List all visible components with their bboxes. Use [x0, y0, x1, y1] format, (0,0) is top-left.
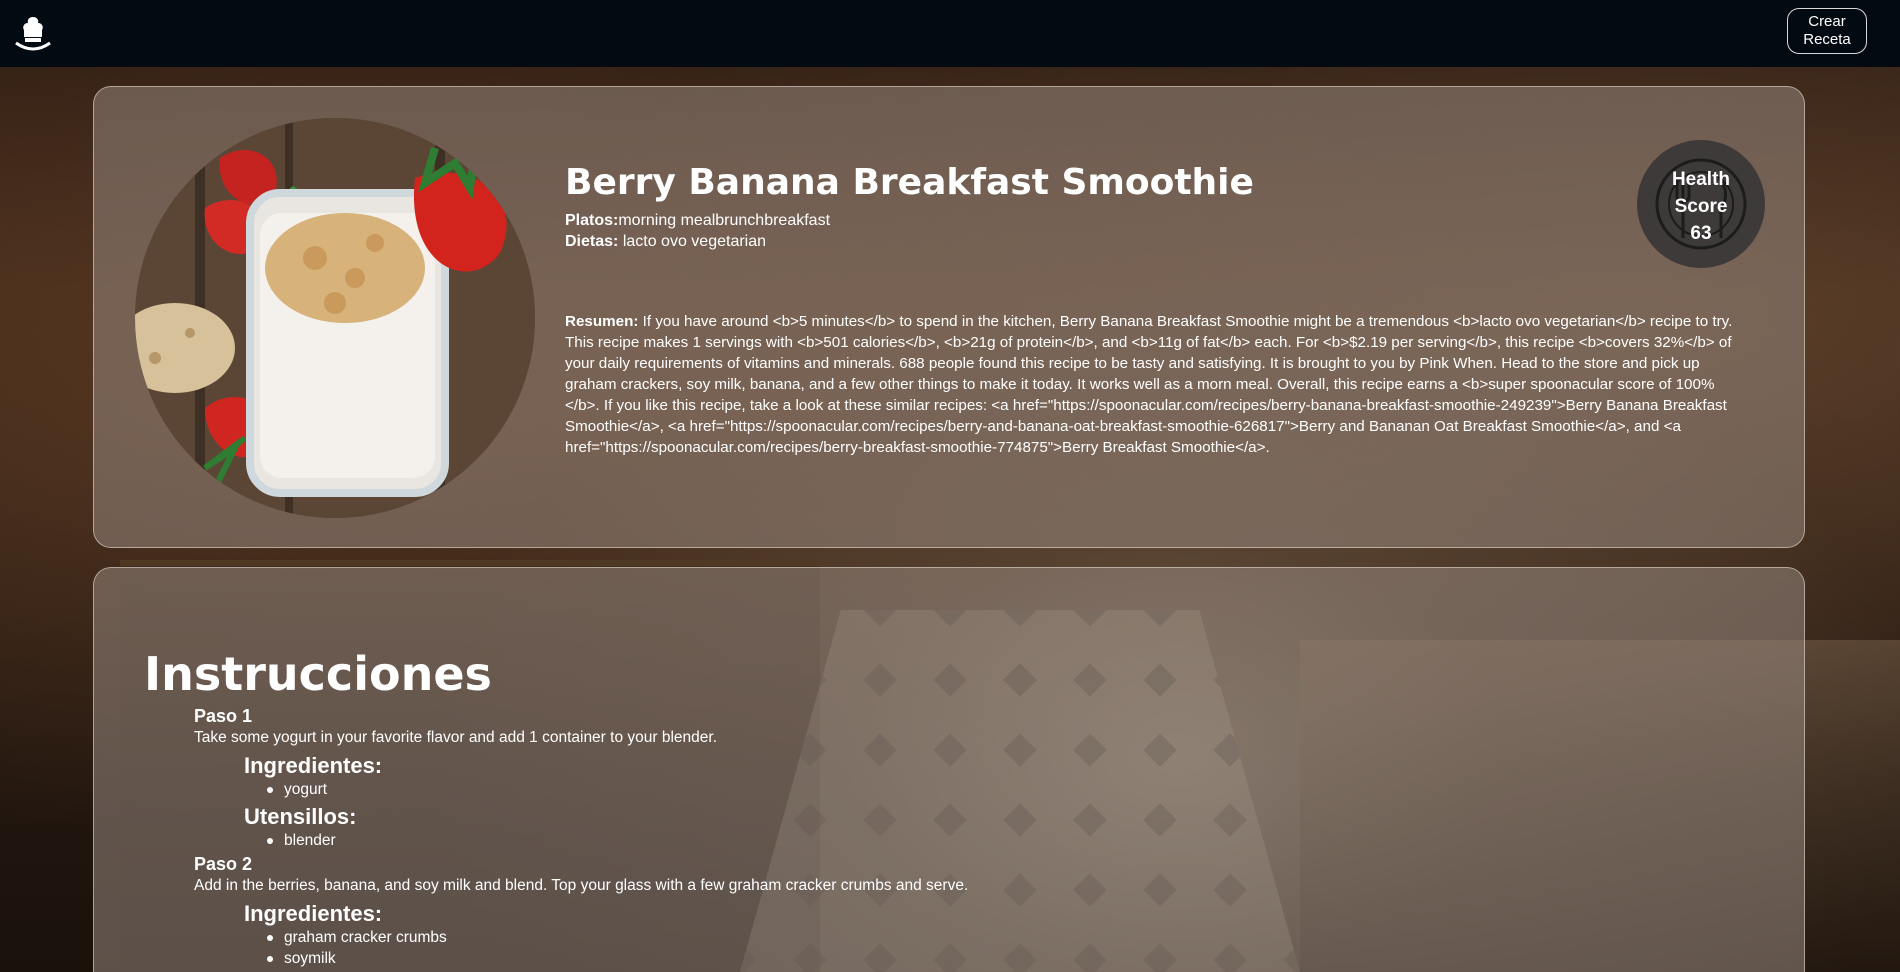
health-score-text: Health Score 63	[1637, 166, 1765, 247]
instructions-title: Instrucciones	[144, 647, 492, 701]
ingredient-item: graham cracker crumbs	[267, 929, 447, 946]
summary-label: Resumen:	[565, 313, 639, 330]
step-heading: Paso 1	[194, 706, 253, 726]
create-recipe-button[interactable]: Crear Receta	[1787, 8, 1867, 54]
health-score-label-2: Score	[1674, 196, 1728, 217]
recipe-image	[135, 118, 535, 518]
health-score-label-1: Health	[1671, 169, 1731, 190]
dish-types-value: morning mealbrunchbreakfast	[618, 212, 831, 229]
recipe-summary: Resumen: If you have around <b>5 minutes…	[565, 311, 1735, 458]
ingredient-item: yogurt	[266, 781, 328, 798]
step-text: Add in the berries, banana, and soy milk…	[194, 877, 969, 894]
instructions-card: Instrucciones Paso 1 Take some yogurt in…	[93, 567, 1805, 972]
recipe-detail-card: Berry Banana Breakfast Smoothie Platos:m…	[93, 86, 1805, 548]
recipe-title: Berry Banana Breakfast Smoothie	[565, 162, 1254, 203]
health-score-badge: Health Score 63	[1637, 140, 1765, 268]
ingredients-heading: Ingredientes:	[244, 753, 383, 778]
ingredients-heading: Ingredientes:	[244, 901, 383, 926]
summary-text: If you have around <b>5 minutes</b> to s…	[565, 313, 1733, 456]
equipment-item: blender	[267, 832, 336, 849]
dish-types-label: Platos:	[565, 212, 619, 229]
diets-label: Dietas:	[565, 233, 619, 250]
health-score-value: 63	[1690, 223, 1712, 244]
chef-hat-icon[interactable]	[13, 13, 53, 53]
equipment-heading: Utensillos:	[244, 804, 357, 829]
top-navbar: Crear Receta	[0, 0, 1900, 67]
step-text: Take some yogurt in your favorite flavor…	[194, 729, 717, 746]
recipe-dish-types: Platos:morning mealbrunchbreakfast	[565, 211, 830, 231]
diets-value: lacto ovo vegetarian	[622, 233, 767, 250]
step-heading: Paso 2	[194, 854, 253, 874]
recipe-diets: Dietas: lacto ovo vegetarian	[565, 232, 766, 252]
ingredient-item: soymilk	[267, 950, 336, 967]
